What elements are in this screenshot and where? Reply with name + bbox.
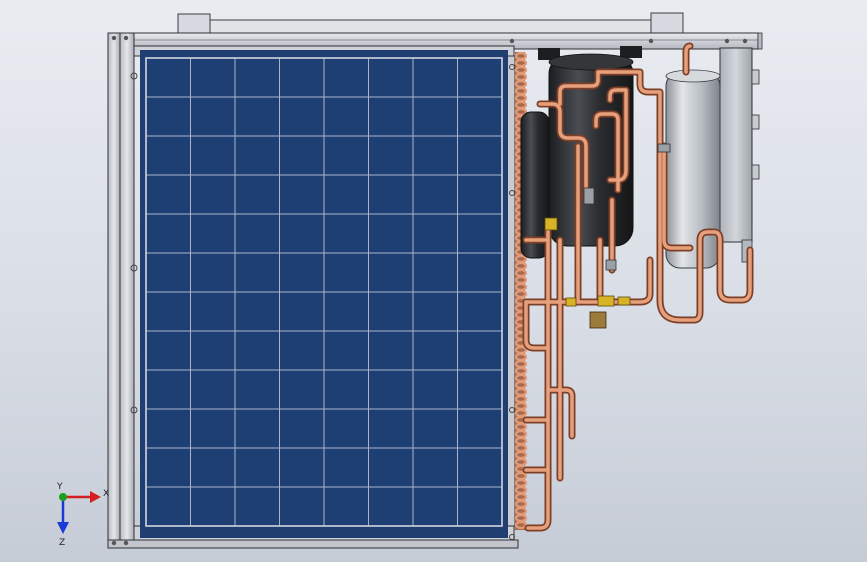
electrical-box — [719, 32, 763, 263]
x-axis-arrow — [90, 491, 101, 503]
y-axis-label: Y — [56, 482, 63, 492]
y-axis-marker — [59, 493, 67, 501]
top-brackets — [177, 12, 684, 35]
blue-grid-panel — [140, 50, 508, 538]
cad-model-view: X Y Z — [56, 12, 763, 549]
z-axis-label: Z — [59, 538, 65, 548]
coordinate-triad: X Y Z — [56, 482, 109, 548]
x-axis-label: X — [103, 489, 109, 499]
accumulator-tank — [665, 69, 721, 269]
z-axis-arrow — [57, 522, 69, 534]
cad-viewport[interactable]: X Y Z — [0, 0, 867, 562]
